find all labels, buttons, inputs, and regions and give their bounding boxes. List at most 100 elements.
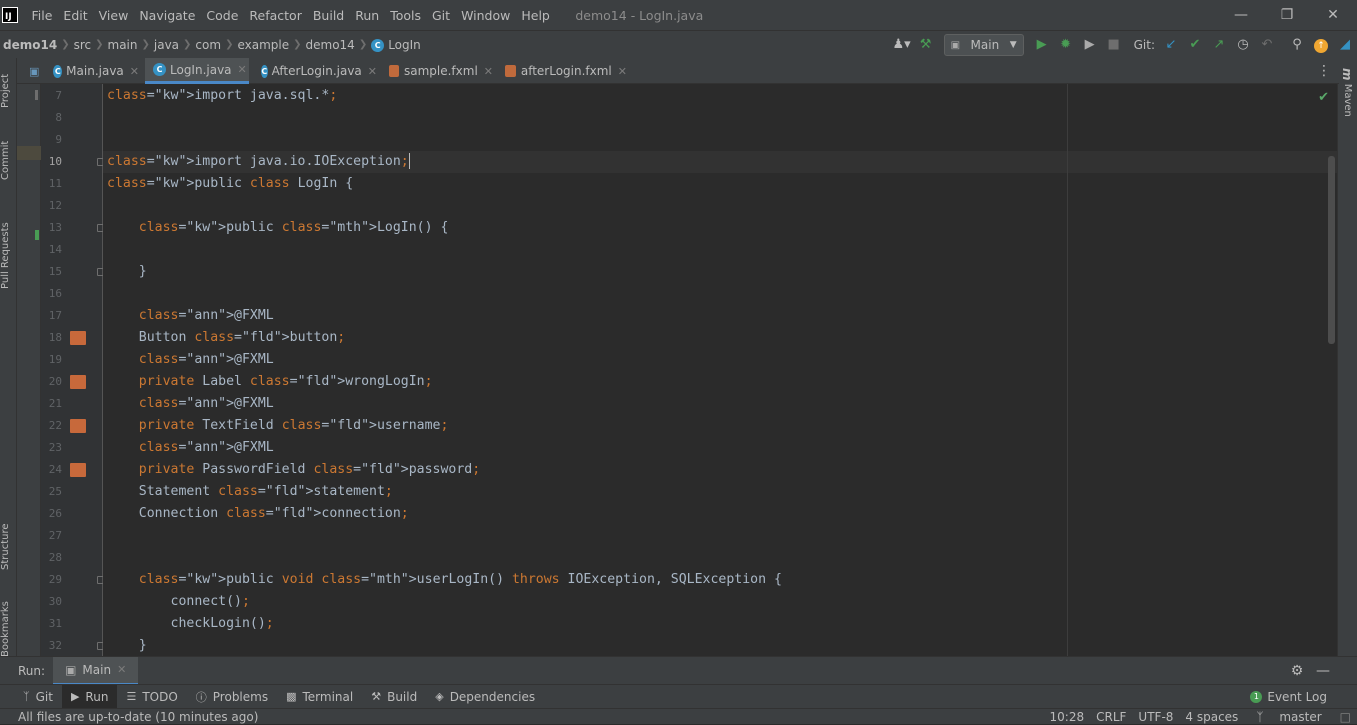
breadcrumb-src[interactable]: src: [70, 38, 96, 52]
event-log-button[interactable]: 1 Event Log: [1250, 685, 1327, 709]
close-tab-icon[interactable]: ✕: [117, 663, 126, 676]
run-tab-label: Main: [82, 662, 112, 677]
menu-help[interactable]: Help: [516, 8, 556, 23]
fxml-navigate-icon[interactable]: [70, 463, 86, 477]
breadcrumb-project[interactable]: demo14: [0, 38, 61, 52]
line-number: 24: [48, 463, 62, 476]
search-icon[interactable]: ⚲: [1285, 33, 1309, 57]
menu-view[interactable]: View: [93, 8, 134, 23]
line-separator[interactable]: CRLF: [1090, 710, 1132, 724]
tab-login-java[interactable]: C LogIn.java ✕: [145, 58, 249, 84]
breadcrumb-main[interactable]: main: [104, 38, 142, 52]
code-line-24: private PasswordField class="fld">passwo…: [138, 462, 481, 477]
tool-run[interactable]: ▶ Run: [61, 684, 118, 709]
tool-problems[interactable]: ⓘ Problems: [187, 685, 277, 709]
tab-sample-fxml[interactable]: sample.fxml ✕: [381, 58, 493, 84]
tool-dependencies[interactable]: ◈ Dependencies: [426, 685, 544, 709]
close-tab-icon[interactable]: ✕: [484, 65, 493, 78]
line-number: 19: [48, 353, 62, 366]
line-number: 8: [55, 111, 62, 124]
breadcrumb-com[interactable]: com: [191, 38, 225, 52]
code-line-13: class="kw">public class="mth">LogIn() {: [138, 220, 449, 235]
breadcrumb-login-class[interactable]: C LogIn: [367, 38, 425, 52]
hide-panel-icon[interactable]: —: [1313, 661, 1333, 681]
breadcrumb-demo14[interactable]: demo14: [302, 38, 359, 52]
menu-refactor[interactable]: Refactor: [244, 8, 307, 23]
git-update-icon[interactable]: ↙: [1159, 33, 1183, 57]
line-number: 32: [48, 639, 62, 652]
breadcrumb-java[interactable]: java: [150, 38, 183, 52]
menu-tools[interactable]: Tools: [385, 8, 427, 23]
editor-scrollbar[interactable]: [1328, 156, 1335, 344]
lock-icon[interactable]: □: [1334, 710, 1357, 724]
close-tab-icon[interactable]: ✕: [238, 63, 247, 76]
code-editor[interactable]: ✔ class="kw">import java.sql.*; class="k…: [103, 84, 1337, 656]
indent-setting[interactable]: 4 spaces: [1179, 710, 1244, 724]
menu-git[interactable]: Git: [427, 8, 456, 23]
run-icon[interactable]: ▶: [1030, 33, 1054, 57]
menu-edit[interactable]: Edit: [58, 8, 93, 23]
line-number: 12: [48, 199, 62, 212]
git-branch-widget[interactable]: ᛉ master: [1244, 710, 1333, 724]
jetbrains-logo-icon[interactable]: ◢: [1333, 33, 1357, 57]
user-icon[interactable]: ♟▾: [890, 33, 914, 57]
tool-run-label: Run: [85, 689, 109, 704]
git-commit-icon[interactable]: ✔: [1183, 33, 1207, 57]
restore-icon[interactable]: ❐: [1277, 5, 1297, 25]
line-number: 29: [48, 573, 62, 586]
project-panel-edge[interactable]: [17, 84, 41, 656]
close-tab-icon[interactable]: ✕: [618, 65, 627, 78]
fxml-navigate-icon[interactable]: [70, 331, 86, 345]
tool-todo[interactable]: ☰ TODO: [117, 685, 186, 709]
menu-file[interactable]: File: [26, 8, 58, 23]
fxml-navigate-icon[interactable]: [70, 375, 86, 389]
maven-tool-tab[interactable]: m Maven: [1340, 68, 1354, 117]
close-tab-icon[interactable]: ✕: [130, 65, 139, 78]
tool-terminal[interactable]: ▩ Terminal: [277, 685, 362, 709]
coverage-icon[interactable]: ▶: [1078, 33, 1102, 57]
chevron-right-icon: ❯: [183, 39, 192, 50]
tab-afterlogin-fxml[interactable]: afterLogin.fxml ✕: [497, 58, 627, 84]
menu-run[interactable]: Run: [350, 8, 385, 23]
inspection-ok-icon[interactable]: ✔: [1318, 90, 1329, 105]
line-number: 15: [48, 265, 62, 278]
intellij-logo-icon[interactable]: IJ: [2, 7, 18, 23]
tool-git[interactable]: ᛉ Git: [14, 685, 62, 709]
run-icon: ▶: [70, 690, 80, 703]
bookmarks-tool-tab[interactable]: Bookmarks: [0, 600, 17, 658]
menu-window[interactable]: Window: [456, 8, 516, 23]
debug-icon[interactable]: ✹: [1054, 33, 1078, 57]
close-tab-icon[interactable]: ✕: [368, 65, 377, 78]
fxml-navigate-icon[interactable]: [70, 419, 86, 433]
update-available-icon[interactable]: ↑: [1309, 33, 1333, 57]
git-push-icon[interactable]: ↗: [1207, 33, 1231, 57]
structure-tool-tab[interactable]: Structure: [0, 516, 17, 578]
breadcrumb-example[interactable]: example: [233, 38, 293, 52]
menu-navigate[interactable]: Navigate: [134, 8, 201, 23]
file-encoding[interactable]: UTF-8: [1132, 710, 1179, 724]
breadcrumb-login-label: LogIn: [388, 37, 421, 52]
right-margin-guide: [1067, 84, 1068, 656]
run-tab-main[interactable]: ▣ Main ✕: [53, 656, 139, 685]
caret-position[interactable]: 10:28: [1044, 710, 1091, 724]
history-icon[interactable]: ◷: [1231, 33, 1255, 57]
pull-requests-tool-tab[interactable]: Pull Requests: [0, 216, 17, 296]
tab-label: AfterLogin.java: [271, 64, 362, 78]
minimize-icon[interactable]: —: [1231, 5, 1251, 25]
menu-code[interactable]: Code: [201, 8, 244, 23]
window-title: demo14 - LogIn.java: [575, 7, 704, 23]
project-tool-tab[interactable]: Project: [0, 66, 17, 116]
close-icon[interactable]: ✕: [1323, 5, 1343, 25]
menu-build[interactable]: Build: [307, 8, 349, 23]
tab-afterlogin-java[interactable]: C AfterLogin.java ✕: [253, 58, 377, 84]
tool-build[interactable]: ⚒ Build: [362, 685, 426, 709]
stop-icon[interactable]: ■: [1102, 33, 1126, 57]
more-tabs-icon[interactable]: ⋮: [1309, 58, 1339, 84]
tab-main-java[interactable]: ▣ C Main.java ✕: [21, 58, 139, 84]
commit-tool-tab[interactable]: Commit: [0, 138, 17, 182]
rollback-icon[interactable]: ↶: [1255, 33, 1279, 57]
build-hammer-icon[interactable]: ⚒: [914, 33, 938, 57]
line-number: 27: [48, 529, 62, 542]
gear-icon[interactable]: ⚙: [1287, 661, 1307, 681]
run-configuration-select[interactable]: ▣ Main ▼: [943, 34, 1024, 56]
